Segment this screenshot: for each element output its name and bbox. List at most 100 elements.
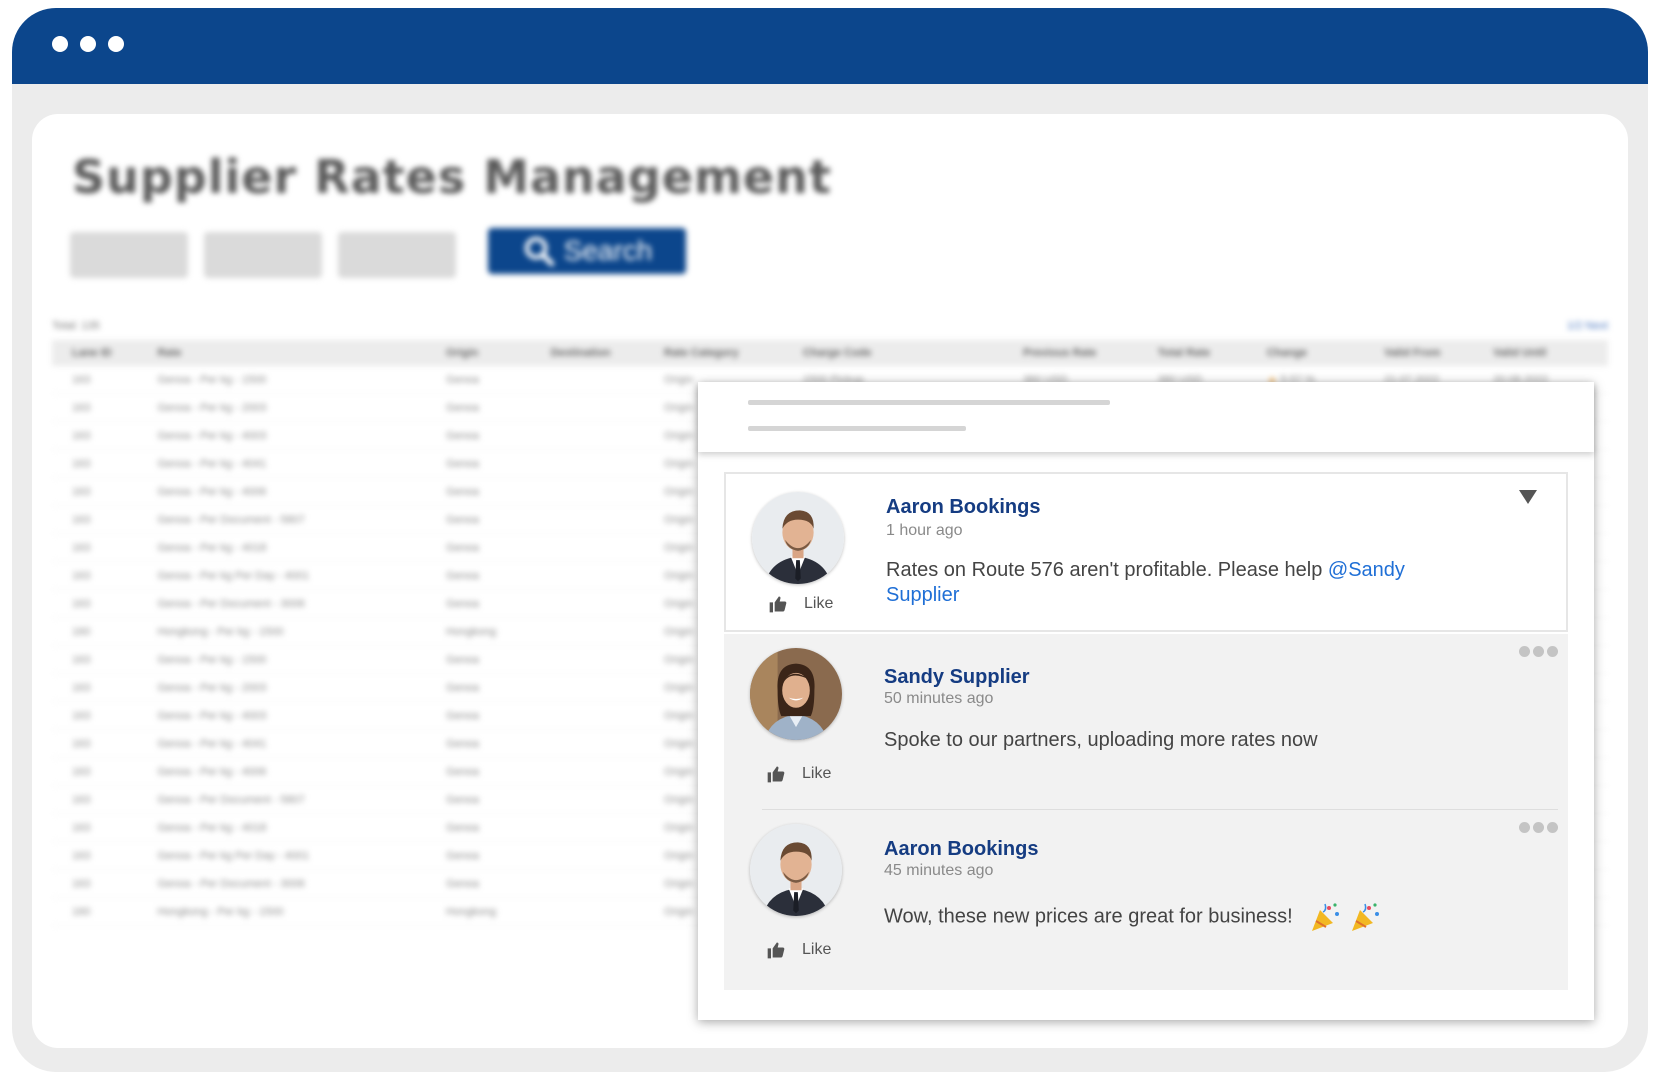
column-header[interactable]: Origin (426, 340, 531, 366)
table-cell: Genoa - Per Document - 3006 (137, 869, 427, 898)
table-cell: 163 (52, 841, 138, 870)
avatar[interactable] (750, 824, 842, 916)
column-header[interactable]: Valid From (1364, 340, 1474, 366)
table-cell: Genoa (426, 729, 531, 758)
window-dot-minimize[interactable] (80, 36, 96, 52)
table-cell: Genoa (426, 701, 531, 730)
table-cell: 163 (52, 477, 138, 506)
table-cell: Genoa (426, 645, 531, 674)
comment-author[interactable]: Aaron Bookings (886, 496, 1040, 519)
table-cell (530, 673, 644, 702)
filter-field-3[interactable] (338, 232, 456, 278)
column-header[interactable]: Previous Rate (1003, 340, 1138, 366)
table-cell (530, 617, 644, 646)
avatar[interactable] (750, 648, 842, 740)
column-header[interactable]: Destination (530, 340, 644, 366)
comments-panel-header (698, 382, 1594, 452)
filter-field-2[interactable] (204, 232, 322, 278)
column-header[interactable]: Charge Code (782, 340, 1004, 366)
comment-item: Like Aaron Bookings 45 minutes ago Wow, … (724, 810, 1568, 990)
table-cell (530, 869, 644, 898)
table-cell: Genoa - Per kg - 4003 (137, 421, 427, 450)
table-cell: Genoa (426, 813, 531, 842)
table-cell: 163 (52, 421, 138, 450)
like-button[interactable]: Like (766, 764, 831, 784)
table-cell: 163 (52, 589, 138, 618)
column-header[interactable]: Rate Category (644, 340, 783, 366)
header-placeholder-line (748, 400, 1110, 405)
header-placeholder-line (748, 426, 966, 431)
table-cell (530, 785, 644, 814)
search-button[interactable]: Search (488, 228, 686, 274)
more-dots-icon[interactable] (1519, 646, 1558, 657)
comment-text: Rates on Route 576 aren't profitable. Pl… (886, 558, 1446, 608)
more-dots-icon[interactable] (1519, 822, 1558, 833)
table-cell: Genoa (426, 393, 531, 422)
comment-text-body: Wow, these new prices are great for busi… (884, 905, 1293, 928)
table-cell: 163 (52, 645, 138, 674)
comment-time: 50 minutes ago (884, 690, 994, 707)
column-header[interactable]: Change (1246, 340, 1365, 366)
table-cell: 163 (52, 813, 138, 842)
table-cell: 163 (52, 785, 138, 814)
table-cell: Genoa - Per kg - 4018 (137, 813, 427, 842)
comment-text-body: Rates on Route 576 aren't profitable. Pl… (886, 559, 1328, 581)
search-icon (524, 236, 554, 267)
table-cell: Genoa - Per Document - 5807 (137, 785, 427, 814)
avatar[interactable] (752, 492, 844, 584)
table-cell: 163 (52, 673, 138, 702)
table-cell (530, 393, 644, 422)
table-cell: Genoa (426, 449, 531, 478)
table-cell: 163 (52, 701, 138, 730)
table-cell: Genoa - Per kg Per Day - 4001 (137, 841, 427, 870)
table-cell: Genoa (426, 841, 531, 870)
table-cell: Genoa - Per kg - 4041 (137, 729, 427, 758)
table-cell: 163 (52, 505, 138, 534)
table-cell: 163 (52, 533, 138, 562)
table-cell: Genoa (426, 673, 531, 702)
window-dot-maximize[interactable] (108, 36, 124, 52)
table-cell: Genoa (426, 366, 531, 394)
filter-field-1[interactable] (70, 232, 188, 278)
thumbs-up-icon (767, 766, 785, 783)
column-header[interactable]: Lane ID (52, 340, 138, 366)
comment-item: Like Aaron Bookings 1 hour ago Rates on … (724, 472, 1568, 632)
comment-author[interactable]: Aaron Bookings (884, 838, 1038, 861)
comment-author[interactable]: Sandy Supplier (884, 666, 1030, 689)
like-label: Like (802, 941, 832, 958)
comment-text: Spoke to our partners, uploading more ra… (884, 729, 1318, 751)
table-cell: Genoa (426, 785, 531, 814)
window-dot-close[interactable] (52, 36, 68, 52)
table-cell: Genoa - Per kg - 2003 (137, 393, 427, 422)
total-count: Total: 135 (52, 320, 100, 332)
table-cell: Hongkong - Per kg - 1500 (137, 617, 427, 646)
column-header[interactable]: Rate (137, 340, 427, 366)
party-popper-icon (1351, 903, 1379, 931)
pagination-next[interactable]: 1/2 Next (1567, 320, 1608, 332)
table-cell: Hongkong - Per kg - 1500 (137, 897, 427, 926)
table-cell: 163 (52, 561, 138, 590)
column-header[interactable]: Valid Until (1473, 340, 1608, 366)
like-button[interactable]: Like (768, 594, 833, 614)
page-title: Supplier Rates Management (72, 150, 832, 204)
table-cell: Genoa - Per kg - 4003 (137, 701, 427, 730)
table-header-row: Lane ID Rate Origin Destination Rate Cat… (52, 340, 1608, 366)
window-controls (52, 36, 124, 52)
table-cell: Genoa (426, 533, 531, 562)
column-header[interactable]: Total Rate (1137, 340, 1247, 366)
table-cell (530, 841, 644, 870)
comment-text: Wow, these new prices are great for busi… (884, 900, 1444, 934)
table-cell: Genoa (426, 589, 531, 618)
table-cell: Genoa - Per kg Per Day - 4001 (137, 561, 427, 590)
table-cell (530, 589, 644, 618)
like-button[interactable]: Like (766, 940, 831, 960)
title-bar (12, 8, 1648, 84)
comment-item: Like Sandy Supplier 50 minutes ago Spoke… (724, 634, 1568, 810)
thumbs-up-icon (769, 596, 787, 613)
table-cell: Genoa (426, 477, 531, 506)
table-cell: Genoa - Per kg - 4006 (137, 477, 427, 506)
table-cell (530, 449, 644, 478)
table-cell (530, 897, 644, 926)
caret-down-icon[interactable] (1518, 488, 1538, 506)
table-cell: Genoa (426, 757, 531, 786)
